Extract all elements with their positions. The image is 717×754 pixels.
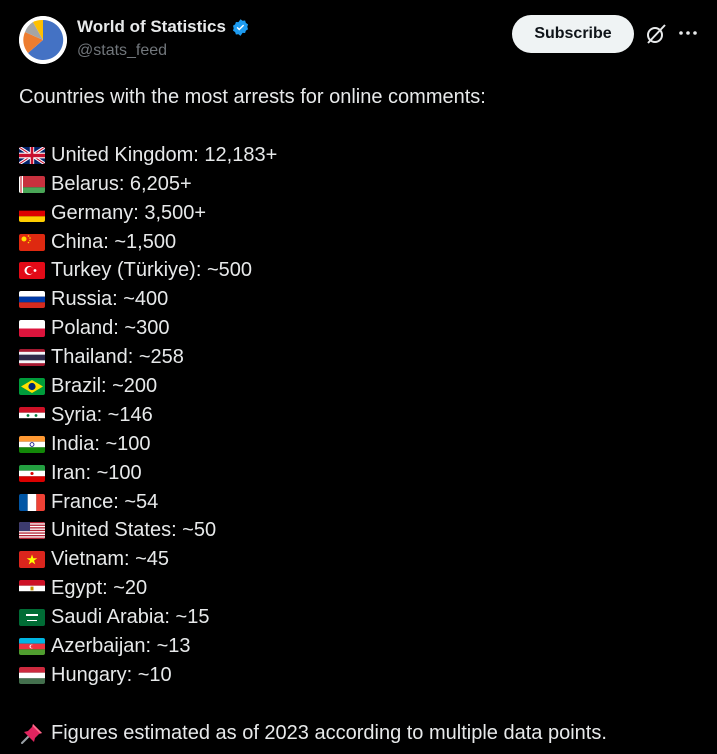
list-item-text: India: ~100 (51, 432, 151, 455)
egypt-flag (19, 580, 45, 598)
list-item-text: United Kingdom: 12,183+ (51, 143, 278, 166)
list-item: Saudi Arabia: ~15 (19, 603, 699, 632)
list-item: Russia: ~400 (19, 285, 699, 314)
list-item: Turkey (Türkiye): ~500 (19, 256, 699, 285)
india-flag (19, 435, 45, 453)
tweet-header: World of Statistics @stats_feed Subscrib… (19, 14, 699, 64)
list-item: United Kingdom: 12,183+ (19, 141, 699, 170)
tweet-note: Figures estimated as of 2023 according t… (19, 719, 699, 748)
thailand-flag (19, 349, 45, 367)
list-item: China: ~1,500 (19, 228, 699, 257)
list-item: Egypt: ~20 (19, 574, 699, 603)
grok-icon[interactable] (644, 22, 668, 46)
list-item: Belarus: 6,205+ (19, 170, 699, 199)
brazil-flag (19, 377, 45, 395)
list-item-text: Iran: ~100 (51, 461, 142, 484)
author-name-row[interactable]: World of Statistics (77, 16, 250, 38)
list-item-text: Belarus: 6,205+ (51, 172, 192, 195)
azerbaijan-flag (19, 637, 45, 655)
list-item: United States: ~50 (19, 516, 699, 545)
list-item-text: Brazil: ~200 (51, 375, 158, 398)
france-flag (19, 493, 45, 511)
list-item-text: United States: ~50 (51, 519, 217, 542)
list-item: France: ~54 (19, 488, 699, 517)
list-item: Vietnam: ~45 (19, 545, 699, 574)
list-item-text: Vietnam: ~45 (51, 548, 170, 571)
tweet-intro: Countries with the most arrests for onli… (19, 86, 486, 108)
turkey-flag (19, 262, 45, 280)
pushpin-icon (19, 721, 45, 745)
list-item: Azerbaijan: ~13 (19, 632, 699, 661)
list-item: Brazil: ~200 (19, 372, 699, 401)
list-item-text: Turkey (Türkiye): ~500 (51, 259, 252, 282)
list-item: Syria: ~146 (19, 401, 699, 430)
germany-flag (19, 204, 45, 222)
pie-chart-avatar[interactable] (19, 16, 67, 64)
vietnam-flag (19, 551, 45, 569)
tweet-note-text: Figures estimated as of 2023 according t… (51, 721, 607, 744)
list-item: Poland: ~300 (19, 314, 699, 343)
iran-flag (19, 464, 45, 482)
saudi-arabia-flag (19, 609, 45, 627)
display-name[interactable]: World of Statistics (77, 16, 226, 38)
list-item: India: ~100 (19, 430, 699, 459)
list-item-text: Saudi Arabia: ~15 (51, 606, 210, 629)
united-states-flag (19, 522, 45, 540)
list-item-text: France: ~54 (51, 490, 159, 513)
china-flag (19, 233, 45, 251)
list-item-text: Russia: ~400 (51, 288, 169, 311)
list-item-text: China: ~1,500 (51, 230, 177, 253)
list-item: Thailand: ~258 (19, 343, 699, 372)
author-block: World of Statistics @stats_feed (77, 16, 250, 62)
russia-flag (19, 291, 45, 309)
tweet-body: Countries with the most arrests for onli… (19, 83, 699, 748)
author-handle[interactable]: @stats_feed (77, 40, 250, 62)
belarus-flag (19, 175, 45, 193)
list-item: Iran: ~100 (19, 459, 699, 488)
list-item: Hungary: ~10 (19, 661, 699, 690)
list-item: Germany: 3,500+ (19, 199, 699, 228)
list-item-text: Hungary: ~10 (51, 663, 172, 686)
list-item-text: Syria: ~146 (51, 403, 153, 426)
syria-flag (19, 406, 45, 424)
poland-flag (19, 320, 45, 338)
list-item-text: Poland: ~300 (51, 317, 170, 340)
list-item-text: Azerbaijan: ~13 (51, 635, 191, 658)
list-item-text: Thailand: ~258 (51, 346, 184, 369)
hungary-flag (19, 666, 45, 684)
list-item-text: Germany: 3,500+ (51, 201, 207, 224)
verified-badge-icon[interactable] (231, 18, 250, 37)
subscribe-button[interactable]: Subscribe (512, 15, 634, 53)
more-icon[interactable] (677, 22, 699, 44)
list-item-text: Egypt: ~20 (51, 577, 148, 600)
united-kingdom-flag (19, 146, 45, 164)
